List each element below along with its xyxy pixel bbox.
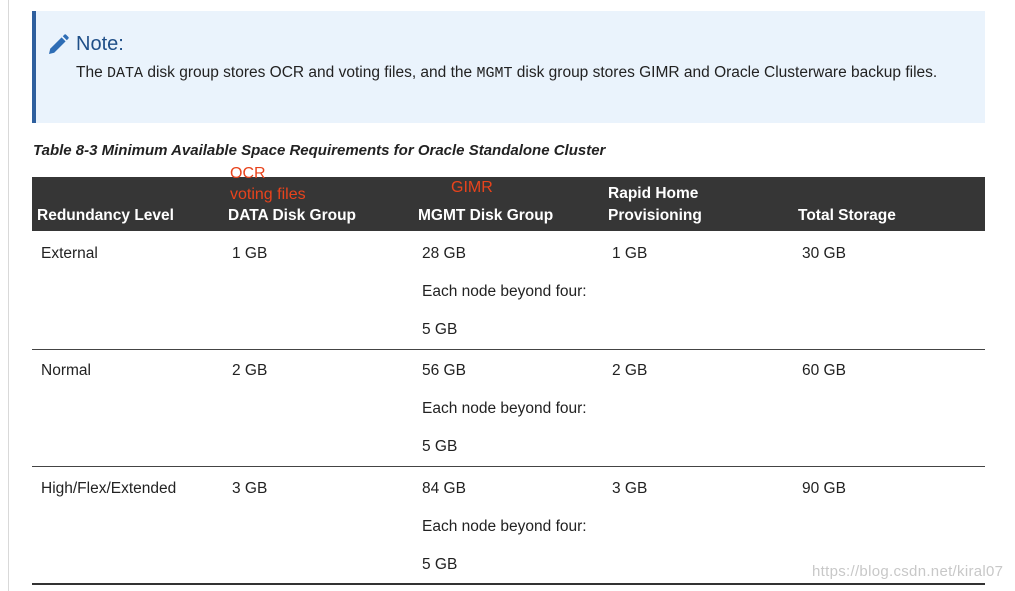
note-title: Note: [76,33,124,55]
cell-redundancy: External [41,245,98,262]
row-divider [32,349,985,350]
cell-data: 3 GB [232,480,268,497]
header-redundancy-level: Redundancy Level [37,207,174,224]
cell-total: 90 GB [802,480,846,497]
cell-total: 60 GB [802,362,846,379]
cell-data: 2 GB [232,362,268,379]
note-body: The DATA disk group stores OCR and votin… [76,61,976,86]
cell-mgmt-extra: 5 GB [422,556,458,573]
header-rhp-line1: Rapid Home [608,185,699,202]
cell-redundancy: Normal [41,362,91,379]
cell-rhp: 1 GB [612,245,648,262]
table-header: Redundancy Level DATA Disk Group MGMT Di… [32,177,985,231]
row-divider [32,466,985,467]
note-callout: Note: The DATA disk group stores OCR and… [32,11,985,123]
note-code-data: DATA [107,65,144,82]
table-caption: Table 8-3 Minimum Available Space Requir… [33,142,606,159]
cell-mgmt: 56 GB [422,362,466,379]
pencil-icon [49,34,69,54]
note-text-part: The [76,64,108,81]
header-total-storage: Total Storage [798,207,896,224]
cell-total: 30 GB [802,245,846,262]
cell-mgmt: 84 GB [422,480,466,497]
annotation-ocr: OCR [230,165,266,182]
header-rhp-line2: Provisioning [608,207,702,224]
header-rapid-home-provisioning: Rapid Home Provisioning [608,183,702,227]
header-mgmt-disk-group: MGMT Disk Group [418,207,554,224]
cell-mgmt-extra: 5 GB [422,321,458,338]
page-left-border [8,0,9,591]
note-text-part: disk group stores GIMR and Oracle Cluste… [512,64,938,81]
cell-mgmt-extra: 5 GB [422,438,458,455]
note-code-mgmt: MGMT [476,65,513,82]
note-text-part: disk group stores OCR and voting files, … [143,64,477,81]
cell-mgmt-note: Each node beyond four: [422,283,587,300]
cell-redundancy: High/Flex/Extended [41,480,177,497]
table-bottom-rule [32,583,985,585]
cell-rhp: 2 GB [612,362,648,379]
annotation-voting-files: voting files [230,186,306,203]
cell-mgmt-note: Each node beyond four: [422,400,587,417]
cell-mgmt-note: Each node beyond four: [422,518,587,535]
watermark: https://blog.csdn.net/kiral07 [812,563,1004,580]
cell-rhp: 3 GB [612,480,648,497]
cell-data: 1 GB [232,245,268,262]
cell-mgmt: 28 GB [422,245,466,262]
annotation-gimr: GIMR [451,179,493,196]
header-data-disk-group: DATA Disk Group [228,207,357,224]
